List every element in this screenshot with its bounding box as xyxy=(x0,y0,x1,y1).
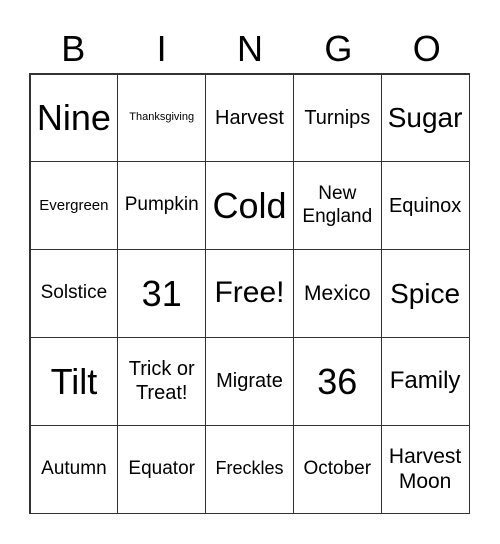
bingo-cell[interactable]: Sugar xyxy=(380,73,470,163)
bingo-header: B I N G O xyxy=(29,26,471,72)
bingo-cell[interactable]: Equinox xyxy=(380,161,470,251)
bingo-cell[interactable]: Evergreen xyxy=(29,161,119,251)
bingo-cell[interactable]: Harvest xyxy=(205,73,294,163)
bingo-cell[interactable]: October xyxy=(292,424,382,514)
header-letter-g: G xyxy=(324,28,353,69)
bingo-cell[interactable]: Trick or Treat! xyxy=(117,336,207,426)
bingo-cell[interactable]: Freckles xyxy=(205,424,294,514)
bingo-cell[interactable]: Free! xyxy=(205,249,294,338)
bingo-cell[interactable]: Spice xyxy=(380,249,470,338)
bingo-cell[interactable]: Solstice xyxy=(29,249,119,338)
bingo-cell[interactable]: Autumn xyxy=(29,424,119,514)
bingo-cell[interactable]: Mexico xyxy=(292,249,382,338)
bingo-cell[interactable]: Turnips xyxy=(292,73,382,163)
bingo-cell[interactable]: Harvest Moon xyxy=(380,424,470,514)
header-letter-n: N xyxy=(236,28,263,69)
header-letter-b: B xyxy=(61,28,86,69)
bingo-cell[interactable]: New England xyxy=(292,161,382,251)
bingo-cell[interactable]: 36 xyxy=(292,336,382,426)
bingo-cell[interactable]: Migrate xyxy=(205,336,294,426)
bingo-grid: Nine Thanksgiving Harvest Turnips Sugar Everg… xyxy=(29,73,470,514)
bingo-cell[interactable]: Tilt xyxy=(29,336,119,426)
bingo-cell[interactable]: Thanksgiving xyxy=(117,73,207,163)
bingo-cell[interactable]: Cold xyxy=(205,161,294,251)
header-letter-o: O xyxy=(412,28,441,69)
header-letter-i: I xyxy=(156,28,167,69)
bingo-cell[interactable]: Family xyxy=(380,336,470,426)
bingo-cell[interactable]: 31 xyxy=(117,249,207,338)
bingo-cell[interactable]: Nine xyxy=(29,73,119,163)
bingo-cell[interactable]: Pumpkin xyxy=(117,161,207,251)
bingo-cell[interactable]: Equator xyxy=(117,424,207,514)
